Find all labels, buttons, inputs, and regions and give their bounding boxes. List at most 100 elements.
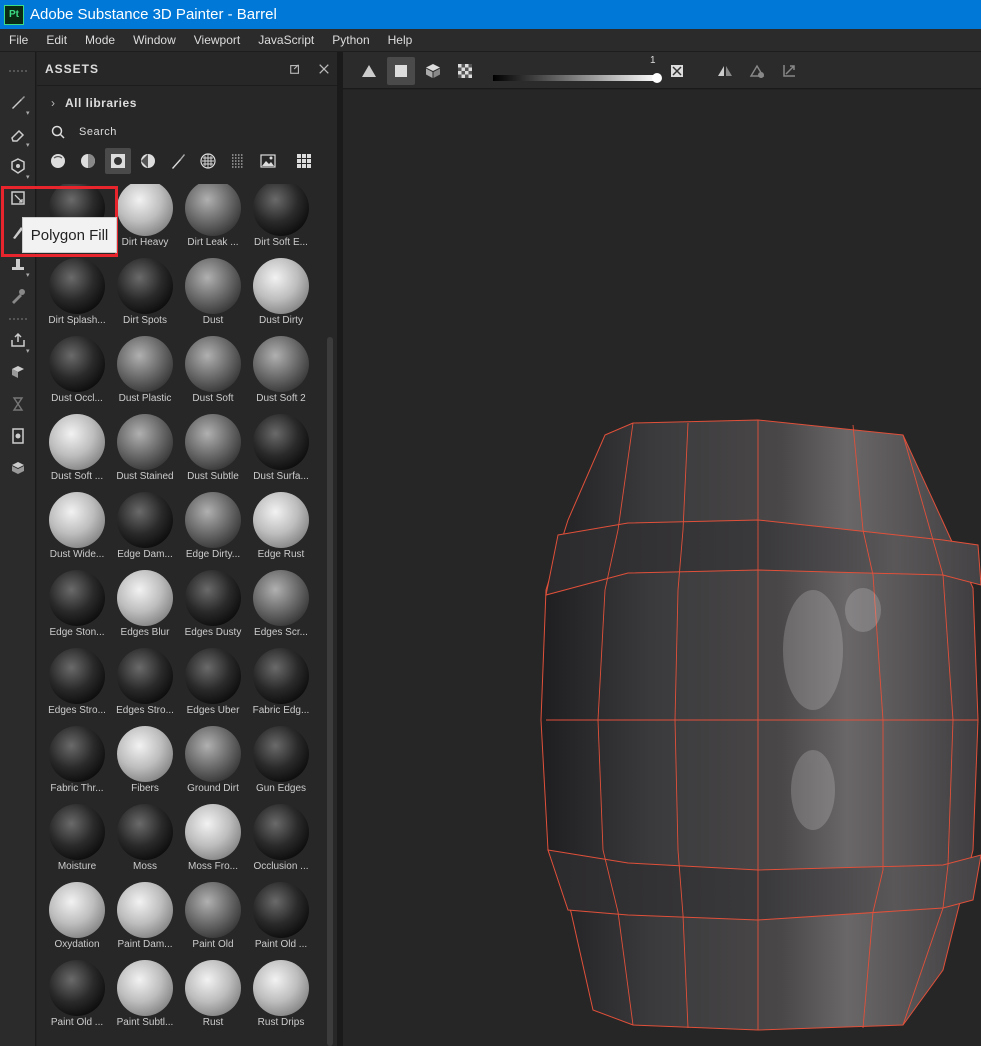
asset-item[interactable]: Paint Dam...: [111, 882, 179, 960]
asset-thumbnail: [49, 804, 105, 860]
alpha-icon[interactable]: [225, 148, 251, 174]
asset-item[interactable]: Dust Soft 2: [247, 336, 315, 414]
asset-item[interactable]: Edges Stro...: [43, 648, 111, 726]
asset-item[interactable]: Dust Surfa...: [247, 414, 315, 492]
menu-python[interactable]: Python: [323, 33, 378, 47]
rail-grip[interactable]: [9, 318, 27, 320]
asset-label: Fabric Thr...: [50, 783, 104, 794]
asset-item[interactable]: Edges Blur: [111, 570, 179, 648]
asset-item[interactable]: Paint Subtl...: [111, 960, 179, 1038]
grid-view-icon[interactable]: [291, 148, 317, 174]
asset-item[interactable]: Dirt Heavy: [111, 184, 179, 258]
selection-visibility-icon[interactable]: [743, 57, 771, 85]
asset-thumbnail: [185, 726, 241, 782]
mirror-icon[interactable]: [711, 57, 739, 85]
asset-item[interactable]: Dust Subtle: [179, 414, 247, 492]
polygon-fill-tool-icon[interactable]: [6, 186, 30, 210]
asset-item[interactable]: Dust Dirty: [247, 258, 315, 336]
slider-handle[interactable]: [652, 73, 662, 83]
document-settings-icon[interactable]: [6, 424, 30, 448]
invert-selection-icon[interactable]: [663, 57, 691, 85]
asset-item[interactable]: Edges Scr...: [247, 570, 315, 648]
asset-item[interactable]: Edge Ston...: [43, 570, 111, 648]
asset-label: Ground Dirt: [187, 783, 239, 794]
asset-label: Paint Subtl...: [116, 1017, 174, 1028]
asset-label: Paint Old ...: [254, 939, 308, 950]
close-icon[interactable]: [317, 62, 331, 76]
asset-item[interactable]: Rust: [179, 960, 247, 1038]
search-field[interactable]: Search: [45, 120, 331, 144]
rail-grip[interactable]: [9, 70, 27, 72]
asset-item[interactable]: Edges Uber: [179, 648, 247, 726]
asset-item[interactable]: Paint Old ...: [43, 960, 111, 1038]
uv-chunk-selection-icon[interactable]: [451, 57, 479, 85]
asset-item[interactable]: Edge Rust: [247, 492, 315, 570]
assets-title: ASSETS: [45, 61, 100, 76]
asset-item[interactable]: Fibers: [111, 726, 179, 804]
asset-item[interactable]: Edge Dam...: [111, 492, 179, 570]
menu-mode[interactable]: Mode: [76, 33, 124, 47]
asset-item[interactable]: Moisture: [43, 804, 111, 882]
asset-item[interactable]: Dust Wide...: [43, 492, 111, 570]
search-input[interactable]: Search: [79, 126, 117, 138]
angle-threshold-slider[interactable]: [493, 75, 659, 81]
viewport-toolbar: 1: [343, 52, 981, 89]
asset-item[interactable]: Dirt Soft E...: [247, 184, 315, 258]
asset-item[interactable]: Rust Drips: [247, 960, 315, 1038]
asset-item[interactable]: Dust: [179, 258, 247, 336]
menu-javascript[interactable]: JavaScript: [249, 33, 323, 47]
menu-help[interactable]: Help: [379, 33, 422, 47]
asset-item[interactable]: Gun Edges: [247, 726, 315, 804]
asset-item[interactable]: Ground Dirt: [179, 726, 247, 804]
search-icon: [51, 125, 65, 139]
generator-icon[interactable]: [135, 148, 161, 174]
barrel-model[interactable]: [343, 90, 981, 1046]
asset-item[interactable]: Edge Dirty...: [179, 492, 247, 570]
material-sphere-icon[interactable]: [45, 148, 71, 174]
environment-icon[interactable]: [255, 148, 281, 174]
menu-edit[interactable]: Edit: [37, 33, 76, 47]
undock-icon[interactable]: [288, 62, 302, 76]
asset-item[interactable]: Fabric Thr...: [43, 726, 111, 804]
asset-item[interactable]: Dust Soft: [179, 336, 247, 414]
asset-item[interactable]: Dust Plastic: [111, 336, 179, 414]
app-logo-icon: Pt: [4, 4, 24, 25]
asset-item[interactable]: Moss: [111, 804, 179, 882]
face-selection-icon[interactable]: [387, 57, 415, 85]
asset-item[interactable]: Edges Dusty: [179, 570, 247, 648]
asset-item[interactable]: Dust Soft ...: [43, 414, 111, 492]
assets-scrollbar[interactable]: [327, 337, 333, 1046]
smart-material-icon[interactable]: [75, 148, 101, 174]
asset-thumbnail: [253, 960, 309, 1016]
menu-file[interactable]: File: [0, 33, 37, 47]
bake-mesh-icon[interactable]: [6, 360, 30, 384]
object-selection-icon[interactable]: [419, 57, 447, 85]
asset-item[interactable]: Moss Fro...: [179, 804, 247, 882]
triangle-selection-icon[interactable]: [355, 57, 383, 85]
mask-icon[interactable]: [105, 148, 131, 174]
asset-item[interactable]: Paint Old: [179, 882, 247, 960]
transform-icon[interactable]: [775, 57, 803, 85]
asset-item[interactable]: Fabric Edg...: [247, 648, 315, 726]
asset-label: Dust Soft 2: [256, 393, 306, 404]
asset-item[interactable]: Dust Occl...: [43, 336, 111, 414]
menu-window[interactable]: Window: [124, 33, 185, 47]
asset-item[interactable]: Occlusion ...: [247, 804, 315, 882]
asset-item[interactable]: Dirt Leak ...: [179, 184, 247, 258]
hourglass-icon[interactable]: [6, 392, 30, 416]
asset-thumbnail: [117, 570, 173, 626]
asset-item[interactable]: Dirt Spots: [111, 258, 179, 336]
menu-viewport[interactable]: Viewport: [185, 33, 249, 47]
texture-icon[interactable]: [195, 148, 221, 174]
chevron-down-icon: ▾: [26, 110, 30, 117]
asset-item[interactable]: Paint Old ...: [247, 882, 315, 960]
asset-item[interactable]: Edges Stro...: [111, 648, 179, 726]
libraries-selector[interactable]: › All libraries: [37, 90, 337, 116]
color-picker-tool-icon[interactable]: [6, 284, 30, 308]
brush-icon[interactable]: [165, 148, 191, 174]
asset-item[interactable]: Oxydation: [43, 882, 111, 960]
3d-viewport[interactable]: [343, 90, 981, 1046]
3d-object-icon[interactable]: [6, 456, 30, 480]
asset-item[interactable]: Dirt Splash...: [43, 258, 111, 336]
asset-item[interactable]: Dust Stained: [111, 414, 179, 492]
